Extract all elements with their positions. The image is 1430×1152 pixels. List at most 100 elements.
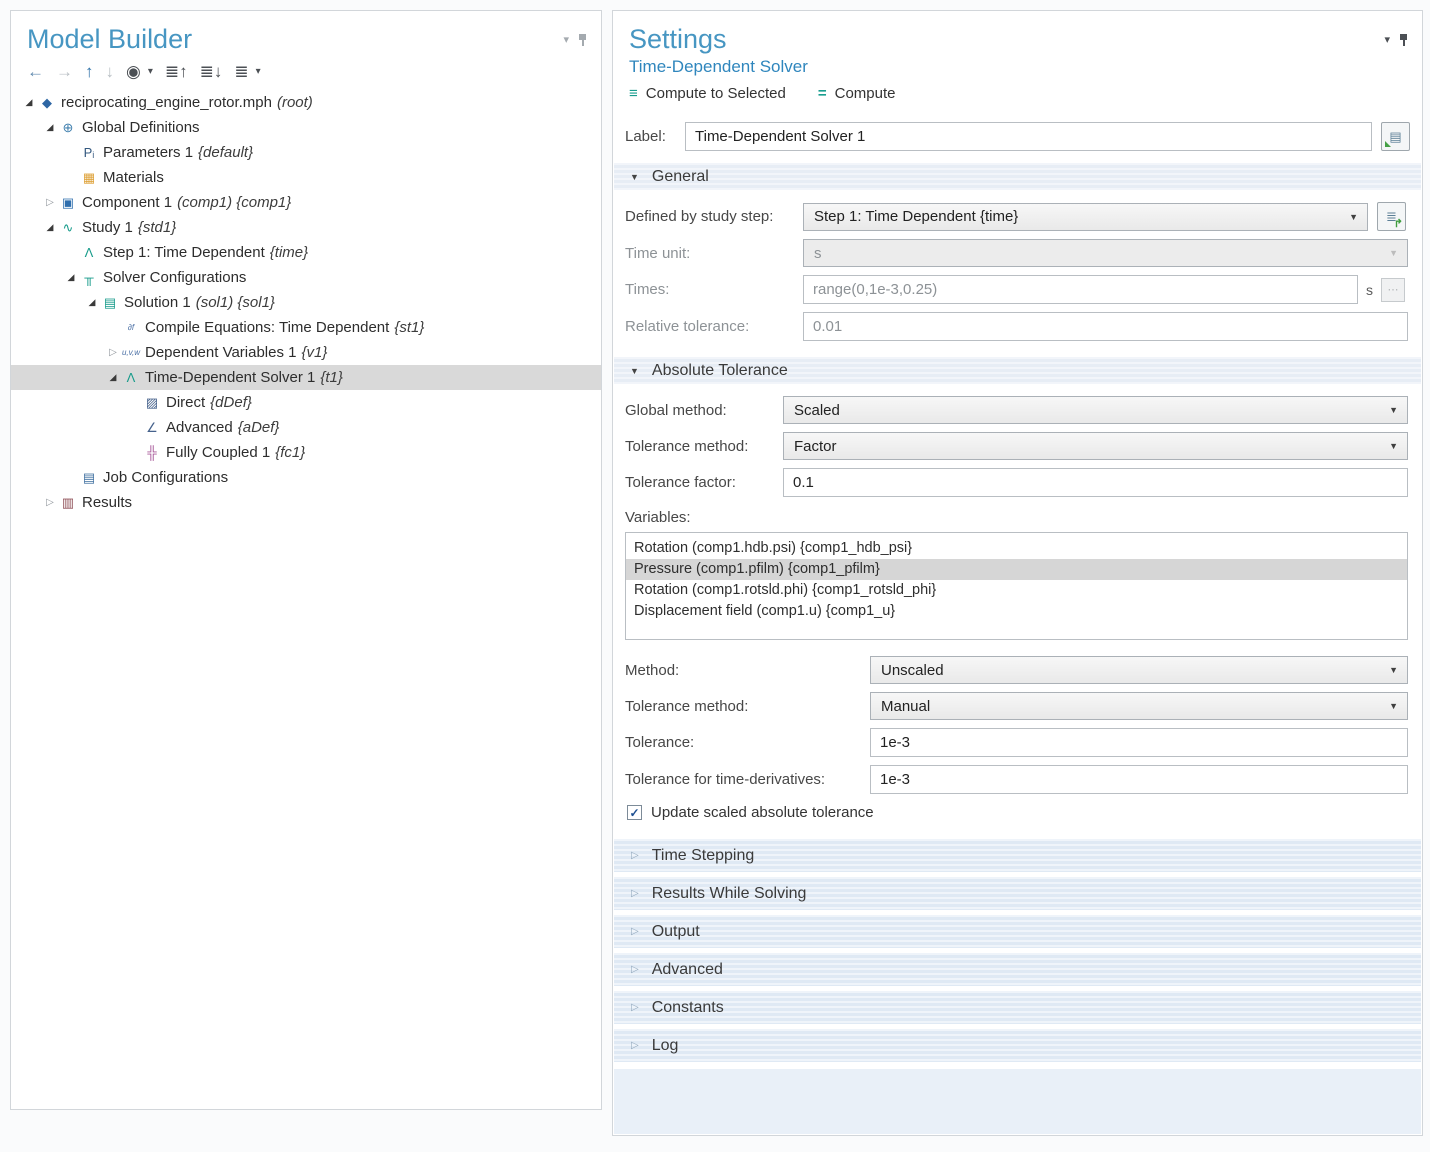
tree-item[interactable]: ▨Direct{dDef} xyxy=(11,390,601,415)
tree-item[interactable]: ◢ΛTime-Dependent Solver 1{t1} xyxy=(11,365,601,390)
variables-listbox[interactable]: Rotation (comp1.hdb.psi) {comp1_hdb_psi}… xyxy=(625,532,1408,640)
tree-item[interactable]: PᵢParameters 1{default} xyxy=(11,140,601,165)
go-to-source-button[interactable]: ≣↱ xyxy=(1377,202,1406,231)
tree-options-icon[interactable]: ≣ xyxy=(234,63,248,80)
compute-to-selected-button[interactable]: ≡ Compute to Selected xyxy=(629,85,786,102)
move-down-icon[interactable]: ↓ xyxy=(106,63,115,80)
tree-item[interactable]: ◢╥ Solver Configurations xyxy=(11,265,601,290)
section-label: Output xyxy=(652,923,700,941)
variable-item[interactable]: Rotation (comp1.rotsld.phi) {comp1_rotsl… xyxy=(626,580,1407,601)
variable-item[interactable]: Rotation (comp1.hdb.psi) {comp1_hdb_psi} xyxy=(626,538,1407,559)
relative-tolerance-label: Relative tolerance: xyxy=(625,318,803,335)
tolerance-time-derivatives-input[interactable] xyxy=(870,765,1408,794)
settings-subtitle: Time-Dependent Solver xyxy=(629,57,1422,77)
label-input[interactable] xyxy=(685,122,1372,151)
tree-item[interactable]: ◢∿Study 1{std1} xyxy=(11,215,601,240)
expand-arrow-icon[interactable]: ◢ xyxy=(105,372,121,383)
section-log[interactable]: ▷Log xyxy=(614,1029,1421,1062)
update-scaled-tolerance-checkbox[interactable]: ✓ xyxy=(627,805,642,820)
variable-item[interactable]: Displacement field (comp1.u) {comp1_u} xyxy=(626,601,1407,622)
collapse-arrow-icon[interactable]: ▷ xyxy=(105,347,121,358)
method-select[interactable]: Unscaled ▼ xyxy=(870,656,1408,684)
tree-item[interactable]: ▤Job Configurations xyxy=(11,465,601,490)
section-absolute-tolerance[interactable]: ▼ Absolute Tolerance xyxy=(614,357,1421,384)
collapsed-sections: ▷Time Stepping▷Results While Solving▷Out… xyxy=(613,839,1422,1067)
tree-item-label: Global Definitions xyxy=(82,119,200,136)
method-row: Method: Unscaled ▼ xyxy=(625,656,1408,684)
panel-menu-caret-icon[interactable]: ▾ xyxy=(1384,35,1390,46)
tolerance-method-select[interactable]: Factor ▼ xyxy=(783,432,1408,460)
direct-solver-icon: ▨ xyxy=(142,396,162,409)
tree-item[interactable]: ◢⊕ Global Definitions xyxy=(11,115,601,140)
compute-button[interactable]: = Compute xyxy=(818,85,896,102)
tolerance-input[interactable] xyxy=(870,728,1408,757)
tree-options-caret-icon[interactable]: ▾ xyxy=(256,67,261,77)
tolerance-row: Tolerance: xyxy=(625,728,1408,757)
tree-item[interactable]: ∂fCompile Equations: Time Dependent{st1} xyxy=(11,315,601,340)
tree-item-tag: {v1} xyxy=(302,344,328,361)
tree-item[interactable]: ▷▥Results xyxy=(11,490,601,515)
time-unit-label: Time unit: xyxy=(625,245,803,262)
tree-item-tag: (root) xyxy=(277,94,313,111)
globe-icon: ⊕ xyxy=(58,121,78,134)
tree-item[interactable]: ΛStep 1: Time Dependent{time} xyxy=(11,240,601,265)
solver-configurations-icon: ╥ xyxy=(79,271,99,284)
expand-arrow-icon[interactable]: ◢ xyxy=(21,97,37,108)
section-general[interactable]: ▼ General xyxy=(614,163,1421,190)
section-results-while-solving[interactable]: ▷Results While Solving xyxy=(614,877,1421,910)
variable-item[interactable]: Pressure (comp1.pfilm) {comp1_pfilm} xyxy=(626,559,1407,580)
panel-menu-caret-icon[interactable]: ▾ xyxy=(563,35,569,46)
tree-item[interactable]: ▷▣Component 1(comp1) {comp1} xyxy=(11,190,601,215)
model-builder-panel: Model Builder ▾ ← → ↑ ↓ ◉ ▾ ≣↑ ≣↓ ≣ ▾ ◢◆reciproca… xyxy=(10,10,602,1110)
forward-arrow-icon[interactable]: → xyxy=(56,63,73,80)
collapse-arrow-icon[interactable]: ▷ xyxy=(42,197,58,208)
collapse-arrow-icon: ▷ xyxy=(631,888,639,899)
expand-arrow-icon[interactable]: ◢ xyxy=(84,297,100,308)
collapse-all-icon[interactable]: ≣↑ xyxy=(165,63,188,80)
tree-item-label: Compile Equations: Time Dependent xyxy=(145,319,389,336)
defined-by-study-step-select[interactable]: Step 1: Time Dependent {time} ▼ xyxy=(803,203,1368,231)
tree-item[interactable]: ◢◆reciprocating_engine_rotor.mph(root) xyxy=(11,90,601,115)
section-output[interactable]: ▷Output xyxy=(614,915,1421,948)
tree-item-tag: (comp1) {comp1} xyxy=(177,194,291,211)
tree-item[interactable]: ∠Advanced{aDef} xyxy=(11,415,601,440)
job-configurations-icon: ▤ xyxy=(79,471,99,484)
section-advanced[interactable]: ▷Advanced xyxy=(614,953,1421,986)
collapse-arrow-icon: ▷ xyxy=(631,964,639,975)
expand-arrow-icon[interactable]: ◢ xyxy=(42,222,58,233)
show-caret-icon[interactable]: ▾ xyxy=(148,67,153,77)
section-time-stepping[interactable]: ▷Time Stepping xyxy=(614,839,1421,872)
dependent-variables-icon: u,v,w xyxy=(121,349,141,357)
tree-item[interactable]: ╬Fully Coupled 1{fc1} xyxy=(11,440,601,465)
settings-action-bar: ≡ Compute to Selected = Compute xyxy=(629,85,1422,102)
collapse-arrow-icon: ▷ xyxy=(631,1002,639,1013)
tolerance-method-2-label: Tolerance method: xyxy=(625,698,870,715)
tree-item[interactable]: ◢▤Solution 1(sol1) {sol1} xyxy=(11,290,601,315)
pin-icon[interactable] xyxy=(1398,33,1410,47)
section-label: Constants xyxy=(652,999,724,1017)
expand-arrow-icon[interactable]: ◢ xyxy=(63,272,79,283)
tree-item[interactable]: ▦Materials xyxy=(11,165,601,190)
model-builder-header: Model Builder ▾ xyxy=(11,11,601,55)
general-form: Defined by study step: Step 1: Time Depe… xyxy=(613,202,1422,349)
tree-item-label: Solver Configurations xyxy=(103,269,246,286)
rename-note-button[interactable]: ▤ xyxy=(1381,122,1410,151)
global-method-select[interactable]: Scaled ▼ xyxy=(783,396,1408,424)
section-label: Log xyxy=(652,1037,679,1055)
relative-tolerance-row: Relative tolerance: xyxy=(625,312,1408,341)
compute-to-selected-icon: ≡ xyxy=(629,85,638,102)
expand-arrow-icon[interactable]: ◢ xyxy=(42,122,58,133)
fully-coupled-icon: ╬ xyxy=(142,446,162,459)
tree-item[interactable]: ▷u,v,wDependent Variables 1{v1} xyxy=(11,340,601,365)
show-icon[interactable]: ◉ xyxy=(126,63,141,80)
section-constants[interactable]: ▷ Constants xyxy=(614,991,1421,1024)
tolerance-method-2-select[interactable]: Manual ▼ xyxy=(870,692,1408,720)
back-arrow-icon[interactable]: ← xyxy=(27,63,44,80)
pin-icon[interactable] xyxy=(577,33,589,47)
tolerance-factor-input[interactable] xyxy=(783,468,1408,497)
model-file-icon: ◆ xyxy=(37,96,57,109)
expand-arrow-icon: ▼ xyxy=(630,366,639,376)
expand-all-icon[interactable]: ≣↓ xyxy=(200,63,223,80)
move-up-icon[interactable]: ↑ xyxy=(85,63,94,80)
collapse-arrow-icon[interactable]: ▷ xyxy=(42,497,58,508)
